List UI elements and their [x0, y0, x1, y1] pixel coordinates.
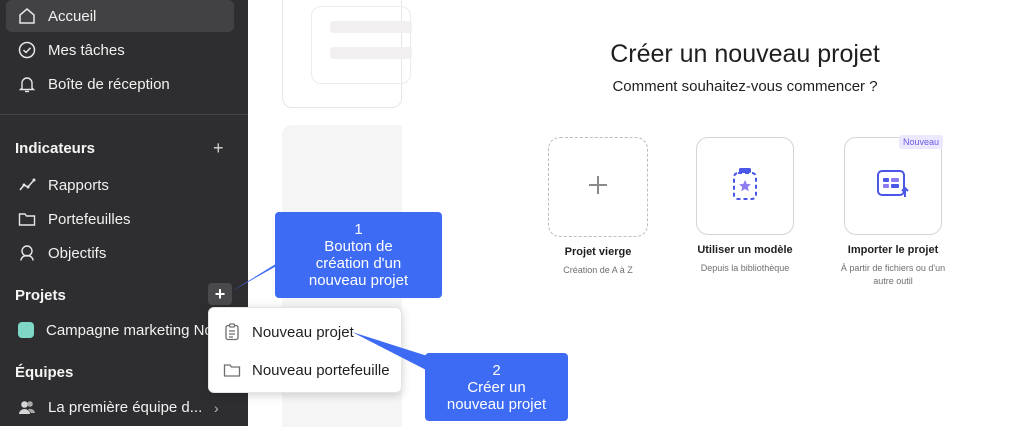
option-label: Importer le projet [847, 244, 939, 256]
callout-text: Créer un [467, 379, 526, 396]
callout-1: 1 Bouton de création d'un nouveau projet [275, 212, 442, 298]
blank-project-tile[interactable] [548, 137, 648, 237]
import-icon [876, 169, 910, 204]
new-badge: Nouveau [898, 135, 943, 149]
callout-text: nouveau projet [308, 272, 409, 289]
callout-number: 1 [354, 221, 363, 238]
import-tile[interactable]: Nouveau [844, 135, 943, 235]
option-blank-project[interactable]: Projet vierge Création de A à Z [518, 137, 678, 277]
template-icon [732, 167, 758, 206]
callout-text: création d'un [315, 255, 402, 272]
option-template[interactable]: Utiliser un modèle Depuis la bibliothèqu… [665, 137, 825, 275]
callout-number: 2 [492, 362, 501, 379]
template-tile[interactable] [696, 137, 794, 235]
screenshot: Accueil Mes tâches Boîte de réception In… [0, 0, 1024, 435]
callout-text: Bouton de [324, 238, 393, 255]
page-title: Créer un nouveau projet [610, 40, 880, 68]
option-label: Utiliser un modèle [697, 244, 793, 256]
callout-text: nouveau projet [446, 396, 547, 413]
page-subtitle: Comment souhaitez-vous commencer ? [612, 78, 878, 95]
callout-2: 2 Créer un nouveau projet [425, 353, 568, 421]
plus-icon [587, 174, 609, 201]
option-description: Depuis la bibliothèque [700, 263, 790, 273]
option-description: Création de A à Z [563, 265, 633, 275]
option-description: À partir de fichiers ou d'un autre outil [840, 263, 946, 286]
option-import[interactable]: Nouveau Importer le projet À partir de f… [813, 135, 973, 288]
option-label: Projet vierge [564, 246, 632, 258]
